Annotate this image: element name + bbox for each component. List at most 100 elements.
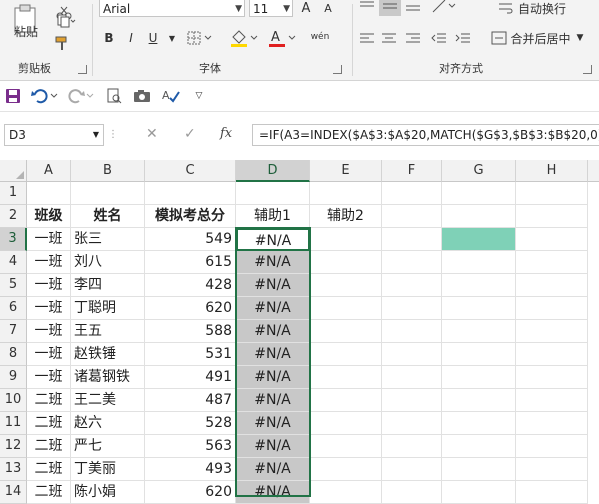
bold-button[interactable]: B [99,28,119,48]
cell[interactable] [382,481,442,504]
cell[interactable] [310,435,382,458]
cell[interactable] [516,389,588,412]
cell[interactable] [516,320,588,343]
cell[interactable] [442,274,516,297]
name-cell[interactable]: 诸葛钢铁 [71,366,145,389]
formula-input[interactable]: =IF(A3=INDEX($A$3:$A$20,MATCH($G$3,$B$3:… [252,124,599,146]
clipboard-launcher-icon[interactable] [78,65,87,74]
cell[interactable] [310,182,382,205]
insert-function-icon[interactable]: fx [220,126,232,141]
name-cell[interactable]: 李四 [71,274,145,297]
cell[interactable] [310,412,382,435]
cell[interactable] [516,274,588,297]
cell[interactable] [442,320,516,343]
class-cell[interactable]: 一班 [27,320,71,343]
align-bottom-button[interactable] [403,0,423,16]
aux1-cell[interactable]: #N/A [236,366,310,389]
row-header[interactable]: 11 [0,412,27,435]
fill-color-button[interactable] [227,26,261,48]
cell[interactable] [310,320,382,343]
score-cell[interactable]: 493 [145,458,236,481]
print-preview-button[interactable] [104,87,124,105]
score-cell[interactable]: 549 [145,228,236,251]
align-middle-button[interactable] [379,0,401,16]
column-header-d[interactable]: D [236,160,310,182]
header-cell-aux1[interactable]: 辅助1 [236,205,310,228]
cell[interactable] [442,297,516,320]
cell[interactable] [310,251,382,274]
cell[interactable] [516,228,588,251]
cell[interactable] [382,435,442,458]
name-cell[interactable]: 赵铁锤 [71,343,145,366]
class-cell[interactable]: 一班 [27,251,71,274]
cell[interactable] [442,182,516,205]
cell[interactable] [310,481,382,504]
aux1-cell[interactable]: #N/A [236,412,310,435]
align-right-button[interactable] [403,28,423,48]
name-cell[interactable]: 丁美丽 [71,458,145,481]
cell[interactable] [442,366,516,389]
header-cell-aux2[interactable]: 辅助2 [310,205,382,228]
orientation-button[interactable] [429,0,459,16]
cell[interactable] [516,205,588,228]
cell[interactable] [516,251,588,274]
score-cell[interactable]: 531 [145,343,236,366]
aux1-cell[interactable]: #N/A [236,274,310,297]
select-all-button[interactable] [0,160,27,182]
name-cell[interactable]: 丁聪明 [71,297,145,320]
underline-button[interactable]: U [143,28,163,48]
merge-center-button[interactable]: 合并后居中 ▼ [487,28,587,48]
name-cell[interactable]: 陈小娟 [71,481,145,504]
score-cell[interactable]: 487 [145,389,236,412]
cell[interactable] [442,481,516,504]
customize-toolbar-button[interactable]: ▽ [192,87,206,105]
cell[interactable] [516,297,588,320]
cell[interactable] [382,205,442,228]
class-cell[interactable]: 一班 [27,297,71,320]
score-cell[interactable]: 620 [145,297,236,320]
cell[interactable] [310,274,382,297]
cancel-icon[interactable]: ✕ [146,126,158,142]
name-cell[interactable]: 刘八 [71,251,145,274]
class-cell[interactable]: 一班 [27,343,71,366]
aux1-cell[interactable]: #N/A [236,389,310,412]
decrease-indent-button[interactable] [429,28,449,48]
enter-icon[interactable]: ✓ [184,126,196,142]
aux1-cell[interactable]: #N/A [236,320,310,343]
cell[interactable] [516,343,588,366]
borders-button[interactable] [185,28,215,48]
cell[interactable] [442,412,516,435]
name-cell[interactable]: 赵六 [71,412,145,435]
column-header-h[interactable]: H [516,160,588,182]
cell[interactable] [236,182,310,205]
cell[interactable] [382,228,442,251]
name-cell[interactable]: 王五 [71,320,145,343]
align-top-button[interactable] [357,0,377,16]
cell[interactable] [516,458,588,481]
undo-button[interactable] [30,86,60,106]
row-header[interactable]: 2 [0,205,27,228]
cell[interactable] [382,297,442,320]
cell[interactable] [310,389,382,412]
header-cell-class[interactable]: 班级 [27,205,71,228]
score-cell[interactable]: 588 [145,320,236,343]
name-cell[interactable]: 王二美 [71,389,145,412]
row-header[interactable]: 1 [0,182,27,205]
column-header-next[interactable] [588,160,599,182]
column-header-g[interactable]: G [442,160,516,182]
save-button[interactable] [4,87,22,105]
class-cell[interactable]: 二班 [27,412,71,435]
aux1-cell[interactable]: #N/A [236,228,310,251]
font-color-button[interactable]: A [265,26,299,48]
name-box[interactable]: D3 ▼ [4,124,104,146]
cell[interactable] [310,297,382,320]
cell[interactable] [442,458,516,481]
class-cell[interactable]: 二班 [27,435,71,458]
cell[interactable] [382,458,442,481]
row-header[interactable]: 14 [0,481,27,504]
cell[interactable] [516,412,588,435]
cell[interactable] [382,251,442,274]
row-header[interactable]: 10 [0,389,27,412]
column-header-a[interactable]: A [27,160,71,182]
cell[interactable] [442,435,516,458]
